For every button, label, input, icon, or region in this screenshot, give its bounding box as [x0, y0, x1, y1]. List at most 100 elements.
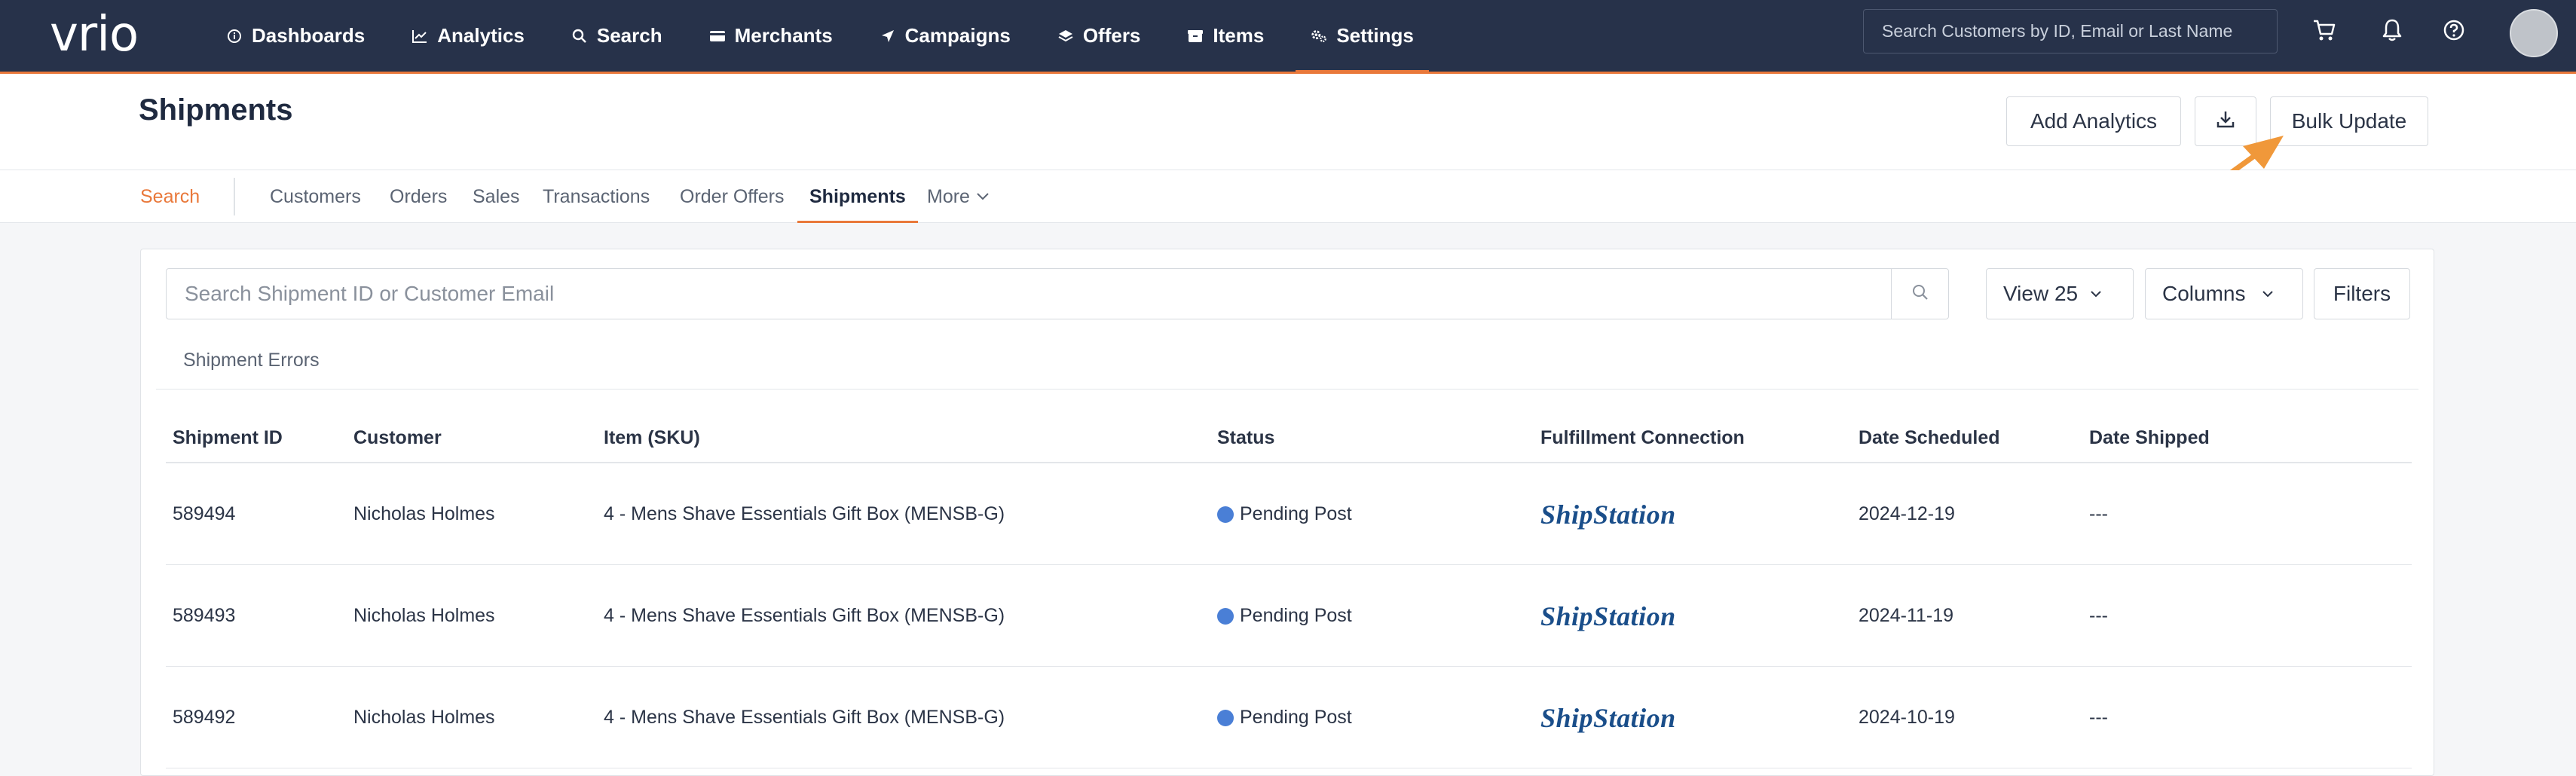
view-count-dropdown[interactable]: View 25 — [1986, 268, 2134, 319]
layers-icon — [1057, 28, 1074, 44]
status-cell: Pending Post — [1217, 667, 1352, 768]
chevron-down-icon — [2262, 290, 2274, 298]
gears-icon — [1311, 28, 1327, 44]
bulk-update-button[interactable]: Bulk Update — [2270, 96, 2428, 146]
line-chart-icon — [411, 28, 428, 44]
add-analytics-button[interactable]: Add Analytics — [2006, 96, 2181, 146]
sub-nav: Search Customers Orders Sales Transactio… — [0, 170, 2576, 223]
nav-item-label: Campaigns — [904, 24, 1011, 47]
column-header-status[interactable]: Status — [1217, 427, 1274, 449]
subnav-search[interactable]: Search — [140, 170, 200, 223]
table-row[interactable]: 589493 Nicholas Holmes 4 - Mens Shave Es… — [166, 565, 2412, 667]
connection-label: ShipStation — [1540, 600, 1676, 631]
connection-label: ShipStation — [1540, 702, 1676, 733]
nav-item-label: Dashboards — [252, 24, 366, 47]
nav-item-label: Settings — [1336, 24, 1414, 47]
nav-item-offers[interactable]: Offers — [1042, 0, 1156, 72]
nav-item-analytics[interactable]: Analytics — [396, 0, 540, 72]
shipment-id-cell[interactable]: 589494 — [173, 463, 235, 565]
page-title: Shipments — [139, 93, 293, 127]
column-header-customer[interactable]: Customer — [353, 427, 442, 449]
nav-item-label: Offers — [1082, 24, 1141, 47]
paper-plane-icon — [880, 28, 896, 44]
status-dot-icon — [1217, 506, 1234, 523]
column-header-date-scheduled[interactable]: Date Scheduled — [1859, 427, 2000, 449]
column-header-item-sku[interactable]: Item (SKU) — [604, 427, 700, 449]
status-label: Pending Post — [1240, 503, 1352, 524]
subnav-item-customers[interactable]: Customers — [270, 170, 361, 223]
search-button[interactable] — [1891, 269, 1948, 319]
divider — [156, 389, 2418, 390]
user-avatar[interactable] — [2510, 9, 2558, 57]
main-nav: Dashboards Analytics Search Merchants Ca… — [211, 0, 1446, 74]
customer-cell[interactable]: Nicholas Holmes — [353, 463, 495, 565]
columns-dropdown[interactable]: Columns — [2145, 268, 2303, 319]
nav-item-items[interactable]: Items — [1172, 0, 1279, 72]
status-cell: Pending Post — [1217, 463, 1352, 565]
status-cell: Pending Post — [1217, 565, 1352, 667]
nav-item-label: Merchants — [734, 24, 833, 47]
customer-cell[interactable]: Nicholas Holmes — [353, 565, 495, 667]
status-label: Pending Post — [1240, 707, 1352, 728]
columns-label: Columns — [2162, 282, 2246, 305]
nav-item-merchants[interactable]: Merchants — [694, 0, 848, 72]
subnav-item-order-offers[interactable]: Order Offers — [680, 170, 784, 223]
column-header-shipment-id[interactable]: Shipment ID — [173, 427, 283, 449]
nav-item-label: Search — [596, 24, 662, 47]
nav-item-settings[interactable]: Settings — [1296, 0, 1429, 74]
subnav-divider — [234, 178, 235, 215]
date-shipped-cell: --- — [2089, 503, 2108, 524]
shipstation-logo: ShipStation — [1540, 463, 1676, 565]
nav-item-dashboards[interactable]: Dashboards — [211, 0, 380, 72]
nav-item-search[interactable]: Search — [556, 0, 678, 72]
shipstation-logo: ShipStation — [1540, 565, 1676, 667]
shipstation-logo: ShipStation — [1540, 667, 1676, 768]
help-icon[interactable] — [2439, 15, 2469, 45]
shipment-search-input[interactable] — [167, 269, 1891, 319]
box-icon — [1187, 28, 1204, 44]
search-icon — [571, 28, 588, 44]
nav-item-label: Analytics — [437, 24, 525, 47]
chevron-down-icon — [976, 192, 990, 201]
more-label: More — [927, 185, 970, 207]
filters-button[interactable]: Filters — [2314, 268, 2410, 319]
column-header-fulfillment-connection[interactable]: Fulfillment Connection — [1540, 427, 1745, 449]
shipment-id-cell[interactable]: 589493 — [173, 565, 235, 667]
subnav-item-more[interactable]: More — [927, 170, 990, 223]
download-icon — [2215, 108, 2236, 135]
table-row[interactable]: 589492 Nicholas Holmes 4 - Mens Shave Es… — [166, 667, 2412, 768]
nav-item-label: Items — [1213, 24, 1265, 47]
global-search-input[interactable]: Search Customers by ID, Email or Last Na… — [1863, 9, 2278, 53]
cart-icon[interactable] — [2309, 15, 2339, 45]
info-circle-icon — [226, 28, 243, 44]
subnav-item-shipments[interactable]: Shipments — [797, 170, 918, 223]
date-shipped-cell: --- — [2089, 707, 2108, 728]
date-scheduled-cell: 2024-12-19 — [1859, 503, 1955, 524]
subnav-item-sales[interactable]: Sales — [473, 170, 520, 223]
item-cell: 4 - Mens Shave Essentials Gift Box (MENS… — [604, 503, 1005, 524]
credit-card-icon — [709, 28, 726, 44]
subnav-item-orders[interactable]: Orders — [390, 170, 447, 223]
connection-label: ShipStation — [1540, 499, 1676, 530]
status-dot-icon — [1217, 709, 1234, 726]
vrio-logo[interactable]: vrio — [50, 7, 139, 63]
search-icon — [1911, 283, 1929, 305]
table-row[interactable]: 589494 Nicholas Holmes 4 - Mens Shave Es… — [166, 463, 2412, 565]
customer-cell[interactable]: Nicholas Holmes — [353, 667, 495, 768]
shipments-card: View 25 Columns Filters Shipment Errors … — [140, 249, 2434, 776]
date-scheduled-cell: 2024-10-19 — [1859, 707, 1955, 728]
bell-icon[interactable] — [2377, 15, 2407, 45]
item-cell: 4 - Mens Shave Essentials Gift Box (MENS… — [604, 605, 1005, 626]
view-count-label: View 25 — [2003, 282, 2079, 305]
item-cell: 4 - Mens Shave Essentials Gift Box (MENS… — [604, 707, 1005, 728]
date-shipped-cell: --- — [2089, 605, 2108, 626]
chevron-down-icon — [2090, 290, 2102, 298]
column-header-date-shipped[interactable]: Date Shipped — [2089, 427, 2210, 449]
tab-shipment-errors[interactable]: Shipment Errors — [183, 350, 320, 371]
shipment-id-cell[interactable]: 589492 — [173, 667, 235, 768]
nav-item-campaigns[interactable]: Campaigns — [864, 0, 1026, 72]
top-nav-bar: vrio Dashboards Analytics Search Merchan… — [0, 0, 2576, 74]
date-scheduled-cell: 2024-11-19 — [1859, 605, 1954, 626]
subnav-item-transactions[interactable]: Transactions — [543, 170, 650, 223]
status-label: Pending Post — [1240, 605, 1352, 626]
